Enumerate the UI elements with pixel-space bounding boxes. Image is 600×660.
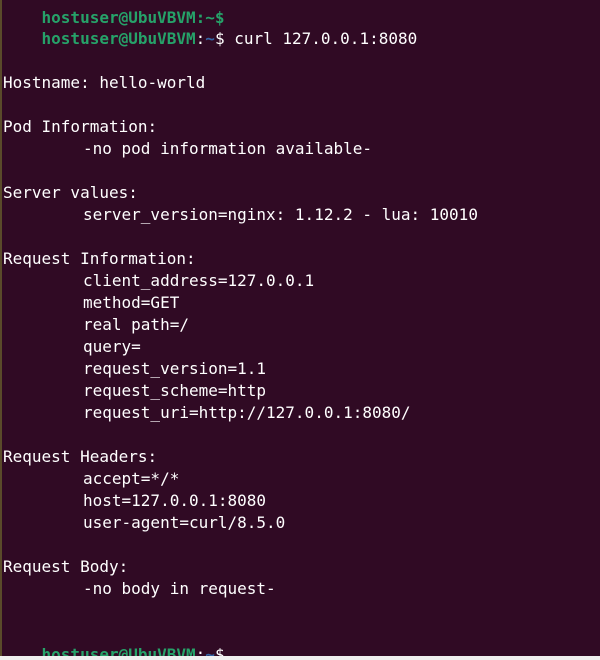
window-left-edge bbox=[0, 0, 2, 656]
output-pod-info-header: Pod Information: bbox=[3, 117, 158, 136]
output-client-address: client_address=127.0.0.1 bbox=[83, 271, 315, 290]
output-request-info-header: Request Information: bbox=[3, 249, 196, 268]
output-request-body-value: -no body in request- bbox=[83, 579, 276, 598]
output-request-version: request_version=1.1 bbox=[83, 359, 267, 378]
terminal-window[interactable]: hostuser@UbuVBVM:~$ hostuser@UbuVBVM:~$ … bbox=[0, 0, 600, 656]
output-hostname: Hostname: hello-world bbox=[3, 73, 206, 92]
output-method: method=GET bbox=[83, 293, 180, 312]
output-pod-info-value: -no pod information available- bbox=[83, 139, 372, 158]
prompt-path: ~ bbox=[205, 645, 215, 656]
prompt-colon: : bbox=[195, 29, 206, 48]
prompt-path: ~ bbox=[205, 29, 215, 48]
output-request-body-header: Request Body: bbox=[3, 557, 129, 576]
output-request-headers-header: Request Headers: bbox=[3, 447, 158, 466]
window-bottom-border bbox=[0, 656, 600, 660]
output-server-version: server_version=nginx: 1.12.2 - lua: 1001… bbox=[83, 205, 478, 224]
output-accept: accept=*/* bbox=[83, 469, 180, 488]
prompt-symbol: $ bbox=[214, 645, 225, 656]
output-server-values-header: Server values: bbox=[3, 183, 138, 202]
output-request-uri: request_uri=http://127.0.0.1:8080/ bbox=[83, 403, 411, 422]
output-query: query= bbox=[83, 337, 141, 356]
command-text: curl 127.0.0.1:8080 bbox=[224, 29, 418, 48]
prompt-colon: : bbox=[195, 645, 206, 656]
prompt-user-host: hostuser@UbuVBVM bbox=[41, 645, 196, 656]
output-real-path: real path=/ bbox=[83, 315, 189, 334]
command-line: hostuser@UbuVBVM:~$ curl 127.0.0.1:8080 bbox=[3, 6, 418, 48]
output-host: host=127.0.0.1:8080 bbox=[83, 491, 267, 510]
output-user-agent: user-agent=curl/8.5.0 bbox=[83, 513, 286, 532]
output-request-scheme: request_scheme=http bbox=[83, 381, 267, 400]
prompt-symbol: $ bbox=[214, 29, 225, 48]
current-prompt-line: hostuser@UbuVBVM:~$ bbox=[3, 622, 225, 656]
prompt-user-host: hostuser@UbuVBVM bbox=[41, 29, 196, 48]
